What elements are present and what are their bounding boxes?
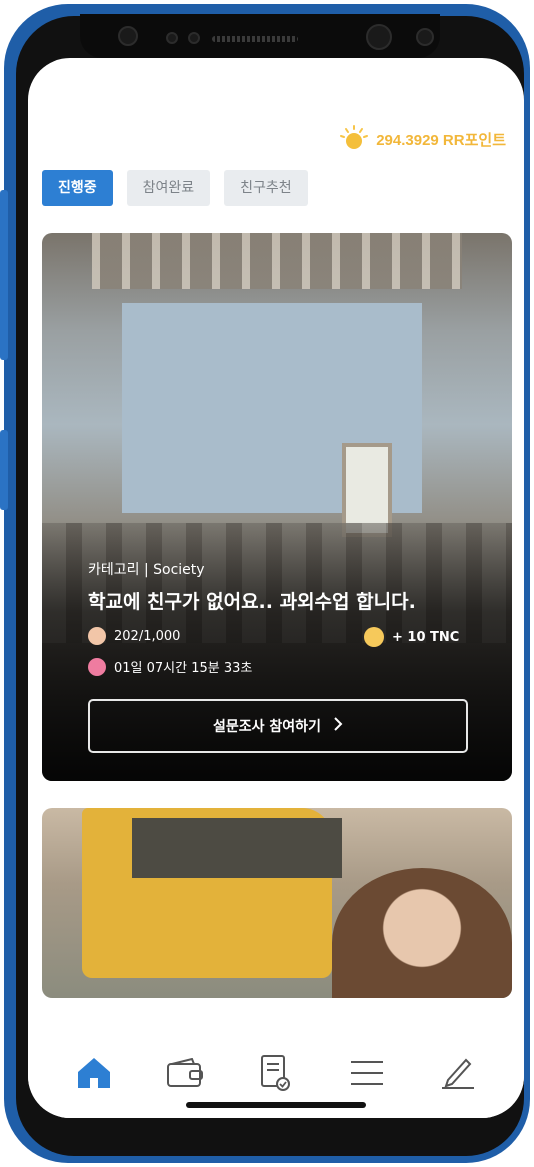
sensor-dot <box>416 28 434 46</box>
card-image-bus <box>82 808 342 978</box>
document-check-icon <box>260 1055 290 1091</box>
tab-friend-referral[interactable]: 친구추천 <box>224 170 308 206</box>
sensor-dot <box>166 32 178 44</box>
nav-home[interactable] <box>72 1051 116 1095</box>
coin-icon <box>364 627 384 647</box>
join-survey-label: 설문조사 참여하기 <box>213 719 321 735</box>
side-button-upper <box>0 190 8 360</box>
front-camera <box>118 26 138 46</box>
survey-card-next[interactable] <box>42 808 512 998</box>
time-left: 01일 07시간 15분 33초 <box>114 661 253 676</box>
nav-surveys[interactable] <box>254 1051 298 1095</box>
wallet-icon <box>166 1058 203 1087</box>
participants-stat: 202/1,000 <box>88 627 180 645</box>
reward-stat: + 10 TNC <box>364 627 459 647</box>
card-image-person <box>332 868 512 998</box>
survey-tabs: 진행중 참여완료 친구추천 <box>42 170 308 206</box>
menu-icon <box>351 1061 384 1085</box>
card-image-ceiling <box>92 233 462 289</box>
survey-card[interactable]: 카테고리 | Society 학교에 친구가 없어요.. 과외수업 합니다. 2… <box>42 233 512 781</box>
survey-title: 학교에 친구가 없어요.. 과외수업 합니다. <box>88 591 416 613</box>
home-icon <box>77 1058 110 1088</box>
home-indicator[interactable] <box>186 1102 366 1108</box>
nav-menu[interactable] <box>345 1051 389 1095</box>
tab-in-progress[interactable]: 진행중 <box>42 170 113 206</box>
tab-completed[interactable]: 참여완료 <box>126 170 211 206</box>
earpiece-speaker <box>212 36 298 42</box>
sensor-dot <box>188 32 200 44</box>
card-image-bus-window <box>132 818 342 878</box>
side-button-lower <box>0 430 8 510</box>
reward-value: + 10 TNC <box>392 629 460 645</box>
points-value: 294.3929 RR포인트 <box>376 131 506 149</box>
time-left-stat: 01일 07시간 15분 33초 <box>88 657 252 676</box>
app-screen: 294.3929 RR포인트 진행중 참여완료 친구추천 카테고리 | Soci… <box>28 58 524 1118</box>
points-display[interactable]: 294.3929 RR포인트 <box>338 124 506 154</box>
nav-wallet[interactable] <box>163 1051 207 1095</box>
pencil-icon <box>442 1058 475 1089</box>
join-survey-button[interactable]: 설문조사 참여하기 <box>88 699 468 753</box>
participants-count: 202/1,000 <box>114 628 181 644</box>
survey-category: 카테고리 | Society <box>88 562 205 578</box>
chevron-right-icon <box>333 717 343 735</box>
sun-coin-icon <box>338 124 370 154</box>
clock-icon <box>88 657 106 676</box>
main-camera <box>366 24 392 50</box>
people-icon <box>88 627 106 645</box>
nav-write[interactable] <box>436 1051 480 1095</box>
